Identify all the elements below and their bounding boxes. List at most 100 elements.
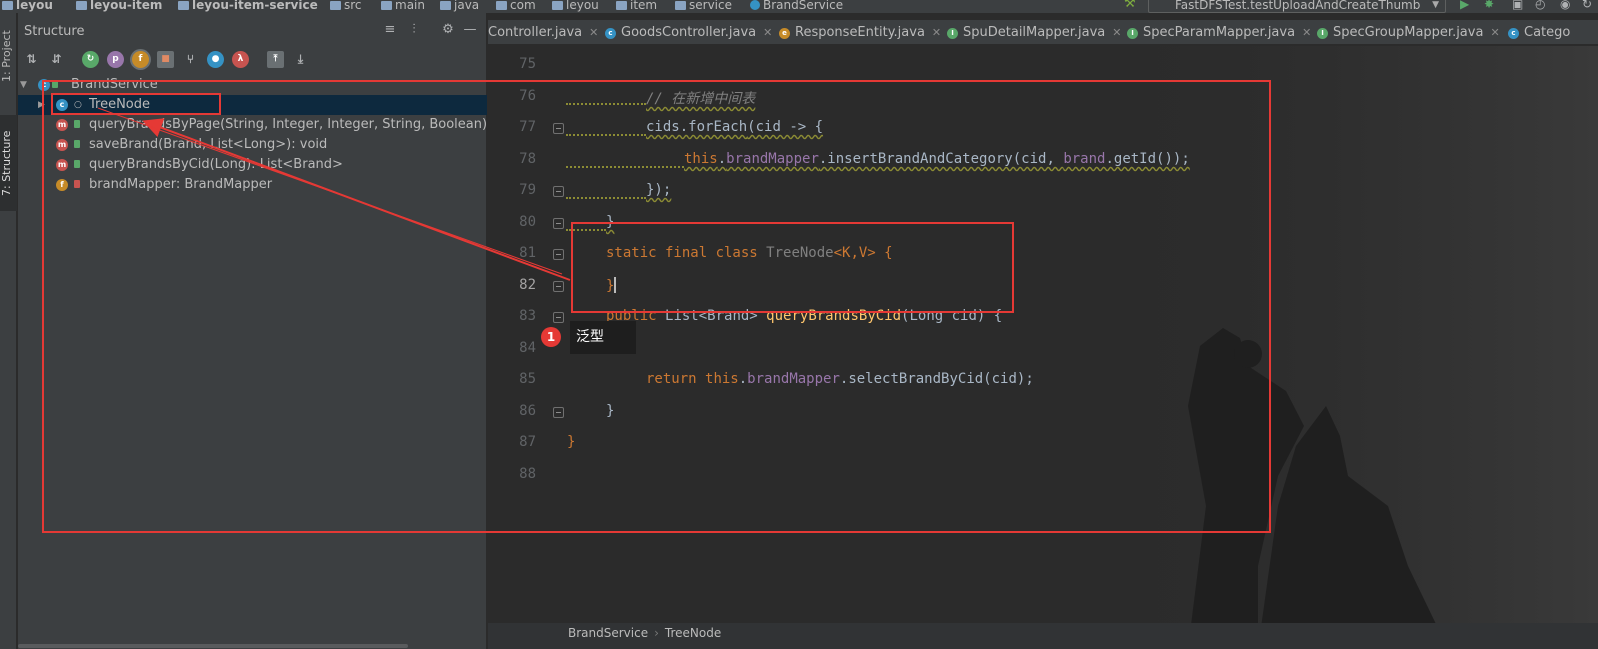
tab-controller[interactable]: Controller.java ✕ — [488, 20, 598, 44]
code-line-86: } — [606, 403, 615, 419]
warning-underline — [566, 132, 646, 136]
class-icon: c — [38, 79, 50, 91]
nav-crumb-src[interactable]: src — [330, 0, 362, 11]
line-number: 80 — [519, 214, 536, 230]
line-number: 78 — [519, 151, 536, 167]
show-lambdas-icon[interactable]: λ — [232, 51, 249, 68]
nav-crumb-item[interactable]: item — [616, 0, 657, 11]
private-icon — [74, 180, 80, 188]
nav-crumb-service[interactable]: service — [675, 0, 732, 11]
close-icon[interactable]: ✕ — [1302, 26, 1311, 39]
update-icon[interactable]: ↻ — [1582, 0, 1592, 10]
tree-node-method[interactable]: m saveBrand(Brand, List<Long>): void — [18, 135, 487, 155]
horizontal-scrollbar[interactable] — [18, 644, 408, 648]
build-hammer-icon[interactable]: ⚒ — [1124, 0, 1136, 10]
tab-spudetailmapper[interactable]: I SpuDetailMapper.java ✕ — [947, 20, 1121, 44]
line-number: 85 — [519, 371, 536, 387]
show-fields-icon[interactable]: f — [132, 51, 149, 68]
coverage-icon[interactable]: ▣ — [1512, 0, 1523, 10]
tab-specparammapper[interactable]: I SpecParamMapper.java ✕ — [1127, 20, 1311, 44]
collapse-arrow-icon[interactable]: ▶ — [38, 95, 45, 115]
nav-crumb-main[interactable]: main — [381, 0, 425, 11]
nav-crumb-com[interactable]: com — [496, 0, 536, 11]
code-editor[interactable]: 75 76 77 78 79 80 81 82 83 84 85 86 87 8… — [488, 46, 1598, 649]
class-icon: c — [56, 99, 68, 111]
tab-responseentity[interactable]: e ResponseEntity.java ✕ — [779, 20, 941, 44]
folder-icon — [178, 0, 189, 10]
show-inherited-icon[interactable]: ↻ — [82, 51, 99, 68]
close-icon[interactable]: ✕ — [932, 26, 941, 39]
code-line-80: } — [606, 214, 615, 230]
hide-icon[interactable]: — — [462, 22, 478, 38]
editor-tab-bar: Controller.java ✕ c GoodsController.java ✕ … — [488, 20, 1598, 45]
chevron-down-icon: ▼ — [1432, 0, 1439, 10]
expand-arrow-icon[interactable]: ▼ — [20, 75, 27, 95]
structure-tool-tab[interactable]: 7: Structure — [0, 115, 17, 211]
show-interfaces-icon[interactable]: ● — [207, 51, 224, 68]
fold-marker[interactable] — [553, 281, 564, 292]
interface-icon: I — [1317, 28, 1328, 39]
editor-gutter[interactable]: 75 76 77 78 79 80 81 82 83 84 85 86 87 8… — [488, 46, 566, 649]
project-tool-tab[interactable]: 1: Project — [0, 21, 17, 91]
run-icon[interactable]: ▶ — [1460, 0, 1469, 10]
expand-all-icon[interactable]: ≡ — [382, 22, 398, 38]
close-icon[interactable]: ✕ — [1490, 26, 1499, 39]
nav-crumb-leyou-pkg[interactable]: leyou — [552, 0, 599, 11]
close-icon[interactable]: ✕ — [589, 26, 598, 39]
debug-icon[interactable]: ✸ — [1484, 0, 1494, 10]
show-non-public-icon[interactable]: ■ — [157, 51, 174, 68]
line-number: 88 — [519, 466, 536, 482]
stop-icon[interactable]: ◉ — [1560, 0, 1570, 10]
close-icon[interactable]: ✕ — [1112, 26, 1121, 39]
tree-node-method[interactable]: m queryBrandsByCid(Long): List<Brand> — [18, 155, 487, 175]
nav-crumb-java[interactable]: java — [440, 0, 479, 11]
tree-node-brandservice[interactable]: ▼ c BrandService — [18, 75, 487, 95]
show-anonymous-icon[interactable]: ⑂ — [182, 51, 199, 68]
show-properties-icon[interactable]: p — [107, 51, 124, 68]
gear-icon[interactable]: ⚙ — [440, 22, 456, 38]
nav-crumb-brandservice[interactable]: BrandService — [750, 0, 843, 11]
autoscroll-to-source-icon[interactable]: ⤒ — [267, 51, 284, 68]
tab-goodscontroller[interactable]: c GoodsController.java ✕ — [605, 20, 772, 44]
breadcrumb-brandservice[interactable]: BrandService — [568, 626, 648, 640]
line-number: 87 — [519, 434, 536, 450]
close-icon[interactable]: ✕ — [763, 26, 772, 39]
tree-node-field[interactable]: f brandMapper: BrandMapper — [18, 175, 487, 195]
profile-icon[interactable]: ◴ — [1535, 0, 1545, 10]
tree-node-treenode[interactable]: ▶ c ○ TreeNode — [18, 95, 487, 115]
fold-marker[interactable] — [553, 249, 564, 260]
breadcrumb-treenode[interactable]: TreeNode — [665, 626, 721, 640]
run-configuration-select[interactable]: FastDFSTest.testUploadAndCreateThumb ▼ — [1148, 0, 1446, 13]
structure-panel: Structure ≡ ⫶ ⚙ — ⇅ ⇵ ↻ p f ■ ⑂ ● λ ⤒ ⤓ … — [18, 13, 527, 649]
collapse-all-icon[interactable]: ⫶ — [406, 22, 422, 38]
nav-crumb-leyou[interactable]: leyou — [2, 0, 53, 11]
fold-marker[interactable] — [553, 218, 564, 229]
nav-crumb-leyou-item-service[interactable]: leyou-item-service — [178, 0, 318, 11]
sort-alpha-icon[interactable]: ⇵ — [48, 51, 65, 68]
code-line-77: cids.forEach(cid -> { — [646, 119, 824, 135]
annotation-tooltip: 泛型 — [570, 321, 636, 354]
folder-icon — [552, 0, 563, 10]
folder-icon — [675, 0, 686, 10]
fold-marker[interactable] — [553, 123, 564, 134]
code-line-79: }); — [646, 182, 672, 198]
tree-node-method[interactable]: m queryBrandsByPage(String, Integer, Int… — [18, 115, 527, 135]
fold-marker[interactable] — [553, 186, 564, 197]
text-caret — [614, 277, 617, 293]
autoscroll-from-source-icon[interactable]: ⤓ — [292, 51, 309, 68]
code-line-83: public List<Brand> queryBrandsByCid(Long… — [606, 308, 1003, 324]
code-line-87: } — [567, 434, 576, 450]
line-number: 83 — [519, 308, 536, 324]
tab-specgroupmapper[interactable]: I SpecGroupMapper.java ✕ — [1317, 20, 1500, 44]
folder-icon — [330, 0, 341, 10]
background-image — [1088, 46, 1598, 649]
code-line-81: static final class TreeNode<K,V> { — [606, 245, 893, 261]
warning-underline — [566, 227, 606, 231]
nav-crumb-leyou-item[interactable]: leyou-item — [76, 0, 162, 11]
line-number: 82 — [519, 277, 536, 293]
fold-marker[interactable] — [553, 407, 564, 418]
code-line-78: this.brandMapper.insertBrandAndCategory(… — [684, 151, 1190, 167]
fold-marker[interactable] — [553, 312, 564, 323]
sort-visibility-icon[interactable]: ⇅ — [23, 51, 40, 68]
tab-catego[interactable]: c Catego — [1508, 20, 1570, 44]
